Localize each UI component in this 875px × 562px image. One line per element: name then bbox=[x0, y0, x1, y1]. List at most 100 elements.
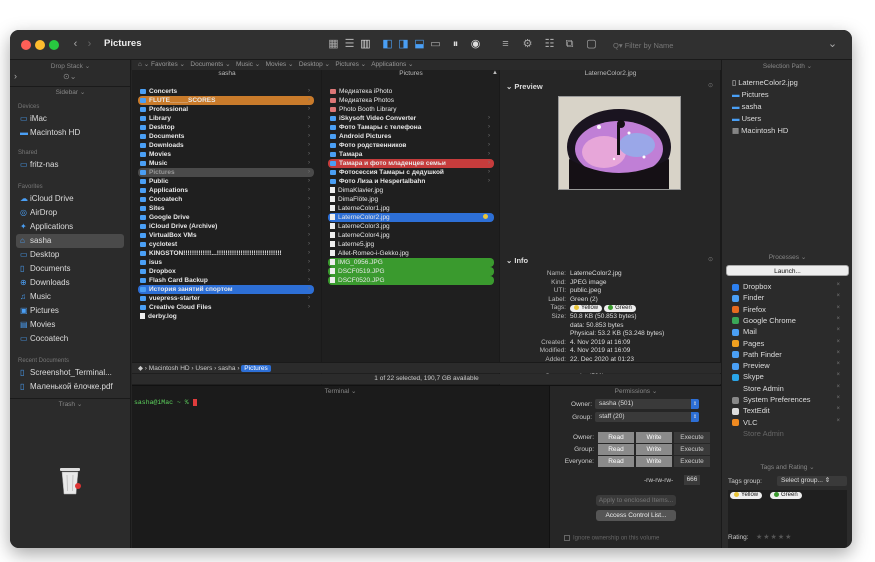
sidebar-item-movies[interactable]: ▤ Movies bbox=[16, 318, 124, 332]
list-item[interactable]: Flash Card Backup › bbox=[138, 276, 314, 285]
list-item[interactable]: DimaFlöte.jpg bbox=[328, 195, 494, 204]
info-options-icon[interactable]: ⊙ bbox=[708, 256, 713, 263]
home-icon[interactable]: ⌂ ⌄ bbox=[138, 61, 151, 68]
tag-yellow[interactable]: Yellow bbox=[730, 492, 763, 500]
selection-item-sasha[interactable]: ▬ sasha bbox=[732, 102, 762, 111]
list-item[interactable]: Professional › bbox=[138, 105, 314, 114]
apply-enclosed-button[interactable]: Apply to enclosed Items... bbox=[596, 495, 676, 506]
back-icon[interactable]: ‹ bbox=[68, 37, 83, 52]
close-icon[interactable]: × bbox=[836, 316, 840, 322]
sidebar-item-airdrop[interactable]: ◎ AirDrop bbox=[16, 206, 124, 220]
owner-select[interactable]: sasha (501) ⇕ bbox=[595, 399, 699, 409]
terminal-panel[interactable]: Terminal ⌄ sasha@iMac ~ % bbox=[132, 385, 549, 548]
process-item[interactable]: Path Finder × bbox=[732, 350, 840, 359]
list-item[interactable]: Dropbox › bbox=[138, 267, 314, 276]
process-item[interactable]: Finder × bbox=[732, 293, 840, 302]
octal-field[interactable]: 666 bbox=[684, 475, 700, 485]
list-item[interactable]: Music › bbox=[138, 159, 314, 168]
list-item[interactable]: Concerts › bbox=[138, 87, 314, 96]
close-icon[interactable]: × bbox=[836, 418, 840, 424]
close-icon[interactable]: × bbox=[836, 327, 840, 333]
process-item[interactable]: Store Admin × bbox=[732, 384, 840, 393]
forward-icon[interactable]: › bbox=[82, 37, 97, 52]
list-item[interactable]: iCloud Drive (Archive) › bbox=[138, 222, 314, 231]
list-view-icon[interactable]: ☰ bbox=[342, 37, 357, 52]
path-movies[interactable]: Movies bbox=[266, 61, 287, 68]
list-item[interactable]: Library › bbox=[138, 114, 314, 123]
selection-item-macintosh-hd[interactable]: ▦ Macintosh HD bbox=[732, 126, 788, 135]
list-item[interactable]: IMG_0956.JPG bbox=[328, 258, 494, 267]
list-item[interactable]: Фото Тамары с телефона › bbox=[328, 123, 494, 132]
list-item[interactable]: LaterneColor1.jpg bbox=[328, 204, 494, 213]
close-icon[interactable]: × bbox=[836, 282, 840, 288]
launch-button[interactable]: Launch... bbox=[726, 265, 849, 276]
close-icon[interactable]: × bbox=[836, 372, 840, 378]
list-item[interactable]: FLUTE_____SCORES › bbox=[138, 96, 314, 105]
rating-stars[interactable]: ★★★★★ bbox=[756, 533, 792, 541]
acl-button[interactable]: Access Control List... bbox=[596, 510, 676, 521]
list-item[interactable]: Медиатека iPhoto bbox=[328, 87, 494, 96]
eye-icon[interactable]: ◉ bbox=[468, 37, 483, 52]
sort-menu-icon[interactable]: ≡ bbox=[498, 37, 513, 52]
preview-section-header[interactable]: ⌄ Preview bbox=[506, 82, 543, 91]
list-item[interactable]: Laterne5.jpg bbox=[328, 240, 494, 249]
layout-bottom-icon[interactable]: ⬓ bbox=[412, 37, 427, 52]
list-item[interactable]: derby.log bbox=[138, 312, 314, 321]
list-item[interactable]: LaterneColor3.jpg bbox=[328, 222, 494, 231]
icon-view-icon[interactable]: ▦ bbox=[326, 37, 341, 52]
list-item[interactable]: Фото Лиза и Hespertalbahn › bbox=[328, 177, 494, 186]
expand-chevron-icon[interactable]: › bbox=[14, 71, 17, 81]
layout-left-icon[interactable]: ◧ bbox=[380, 37, 395, 52]
close-icon[interactable]: × bbox=[836, 361, 840, 367]
ignore-ownership-checkbox[interactable]: Ignore ownership on this volume bbox=[564, 535, 659, 542]
list-item[interactable]: Allet-Romeo-i-Gekko.jpg bbox=[328, 249, 494, 258]
perm-group-execute[interactable]: Execute bbox=[674, 444, 710, 455]
path-favorites[interactable]: Favorites bbox=[151, 61, 178, 68]
path-desktop[interactable]: Desktop bbox=[299, 61, 323, 68]
process-item[interactable]: Skype × bbox=[732, 372, 840, 381]
sidebar-item-cocoatech[interactable]: ▭ Cocoatech bbox=[16, 332, 124, 346]
list-item[interactable]: Documents › bbox=[138, 132, 314, 141]
process-item[interactable]: Store Admin bbox=[732, 429, 840, 438]
column-view-icon[interactable]: ▥ bbox=[358, 37, 373, 52]
process-item[interactable]: Google Chrome × bbox=[732, 316, 840, 325]
list-item[interactable]: DimaKlavier.jpg bbox=[328, 186, 494, 195]
list-item[interactable]: История занятий спортом › bbox=[138, 285, 314, 294]
action-icon[interactable]: ⚙ bbox=[520, 37, 535, 52]
tag-yellow[interactable]: Yellow bbox=[570, 305, 603, 313]
path-documents[interactable]: Documents bbox=[190, 61, 223, 68]
list-item[interactable]: cyclotest › bbox=[138, 240, 314, 249]
list-item[interactable]: Downloads › bbox=[138, 141, 314, 150]
breadcrumb-users[interactable]: Users bbox=[195, 365, 212, 372]
list-item[interactable]: Sites › bbox=[138, 204, 314, 213]
list-item[interactable]: VirtualBox VMs › bbox=[138, 231, 314, 240]
process-item[interactable]: System Preferences × bbox=[732, 395, 840, 404]
group-select[interactable]: staff (20) ⇕ bbox=[595, 412, 699, 422]
selection-item-users[interactable]: ▬ Users bbox=[732, 114, 761, 123]
list-item[interactable]: Google Drive › bbox=[138, 213, 314, 222]
list-item[interactable]: Photo Booth Library bbox=[328, 105, 494, 114]
tag-green[interactable]: Green bbox=[604, 305, 636, 313]
breadcrumb-sasha[interactable]: sasha bbox=[218, 365, 235, 372]
list-item[interactable]: Тамара и фото младенцев семьи › bbox=[328, 159, 494, 168]
breadcrumb-pictures[interactable]: Pictures bbox=[241, 365, 271, 372]
close-icon[interactable]: × bbox=[836, 305, 840, 311]
sidebar-item-imac[interactable]: ▭ iMac bbox=[16, 112, 124, 126]
preview-options-icon[interactable]: ⊙ bbox=[708, 82, 713, 89]
filter-field[interactable]: Q▾ Filter by Name bbox=[613, 39, 723, 52]
list-item[interactable]: Desktop › bbox=[138, 123, 314, 132]
scroll-up-icon[interactable]: ▲ bbox=[492, 70, 498, 76]
list-item[interactable]: Медиатека Photos bbox=[328, 96, 494, 105]
pause-icon[interactable]: ⏸ bbox=[448, 37, 463, 52]
minimize-button[interactable] bbox=[35, 40, 45, 50]
close-icon[interactable]: × bbox=[836, 406, 840, 412]
perm-owner-write[interactable]: Write bbox=[636, 432, 672, 443]
tag-green[interactable]: Green bbox=[770, 492, 802, 500]
process-item[interactable]: Mail × bbox=[732, 327, 840, 336]
selection-item-file[interactable]: ▯ LaterneColor2.jpg bbox=[732, 78, 798, 87]
list-item[interactable]: Creative Cloud Files › bbox=[138, 303, 314, 312]
recent-item-pdf[interactable]: ▯ Маленькой ёлочке.pdf bbox=[16, 380, 124, 394]
document-icon[interactable]: ▢ bbox=[584, 37, 599, 52]
perm-group-read[interactable]: Read bbox=[598, 444, 634, 455]
selection-item-pictures[interactable]: ▬ Pictures bbox=[732, 90, 769, 99]
